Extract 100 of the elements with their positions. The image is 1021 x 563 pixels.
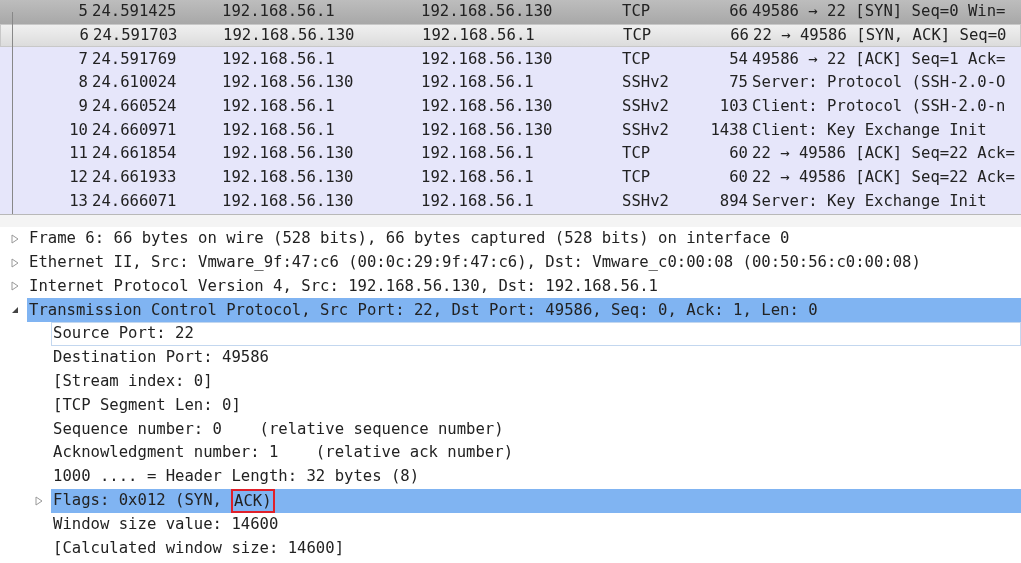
packet-time: 24.660971 bbox=[91, 119, 178, 141]
packet-length: 60 bbox=[728, 166, 748, 188]
tree-item-text: Destination Port: 49586 bbox=[53, 347, 269, 369]
packet-number: 12 bbox=[68, 166, 88, 188]
packet-length: 66 bbox=[729, 24, 749, 46]
packet-source: 192.168.56.1 bbox=[222, 48, 336, 70]
packet-number: 13 bbox=[68, 190, 88, 212]
packet-destination: 192.168.56.1 bbox=[421, 190, 535, 212]
collapsed-arrow-icon[interactable] bbox=[11, 257, 19, 268]
tree-item-text: Transmission Control Protocol, Src Port: 22, Dst Port: 49586, Seq: 0, Ack: 1, Len: 0 bbox=[29, 299, 818, 321]
packet-time: 24.591769 bbox=[91, 48, 178, 70]
packet-info: 49586 → 22 [SYN] Seq=0 Win= bbox=[751, 1, 1006, 23]
packet-info: 22 → 49586 [SYN, ACK] Seq=0 bbox=[752, 24, 1007, 46]
packet-destination: 192.168.56.1 bbox=[422, 24, 536, 46]
tree-row[interactable]: Destination Port: 49586 bbox=[51, 346, 1021, 370]
packet-length: 60 bbox=[728, 143, 748, 165]
tree-item-text: Window size value: 14600 bbox=[53, 513, 279, 535]
tree-row[interactable]: Flags: 0x012 (SYN, ACK) bbox=[51, 488, 1021, 513]
packet-number: 11 bbox=[68, 143, 88, 165]
tree-item-text: Ethernet II, Src: Vmware_9f:47:c6 (00:0c:29:9f:47:c6), Dst: Vmware_c0:00:08 (00:50:56:c0:00:08) bbox=[29, 252, 921, 273]
packet-destination: 192.168.56.130 bbox=[421, 119, 554, 141]
tree-row[interactable]: Acknowledgment number: 1 (relative ack number) bbox=[51, 441, 1021, 465]
tree-item-text: [Stream index: 0] bbox=[53, 371, 213, 392]
tree-item-text: Acknowledgment number: 1 (relative ack number) bbox=[53, 442, 514, 464]
packet-source: 192.168.56.130 bbox=[222, 190, 355, 212]
packet-protocol: SSHv2 bbox=[622, 72, 670, 94]
packet-number: 5 bbox=[77, 1, 88, 23]
packet-source: 192.168.56.130 bbox=[222, 143, 355, 165]
packet-protocol: SSHv2 bbox=[622, 190, 670, 212]
tree-row[interactable]: [Calculated window size: 14600] bbox=[51, 536, 1021, 561]
packet-protocol: SSHv2 bbox=[622, 119, 670, 141]
packet-protocol: TCP bbox=[622, 166, 652, 188]
packet-protocol: SSHv2 bbox=[622, 95, 670, 117]
packet-destination: 192.168.56.130 bbox=[421, 48, 554, 70]
packet-time: 24.610024 bbox=[91, 72, 178, 94]
tree-item-text: Flags: 0x012 (SYN, bbox=[53, 489, 222, 511]
packet-length: 66 bbox=[728, 1, 748, 23]
packet-length: 894 bbox=[718, 190, 748, 212]
packet-source: 192.168.56.1 bbox=[222, 95, 336, 117]
packet-time: 24.591425 bbox=[91, 1, 178, 23]
packet-info: 49586 → 22 [ACK] Seq=1 Ack= bbox=[751, 48, 1006, 70]
collapsed-arrow-icon[interactable] bbox=[35, 495, 43, 506]
packet-info: Client: Key Exchange Init bbox=[751, 119, 987, 141]
packet-destination: 192.168.56.130 bbox=[421, 95, 554, 117]
tree-row[interactable]: Source Port: 22 bbox=[51, 322, 1021, 346]
packet-length: 103 bbox=[718, 95, 748, 117]
tree-item-text: [TCP Segment Len: 0] bbox=[53, 394, 241, 416]
packet-info: Server: Protocol (SSH-2.0-O bbox=[751, 72, 1006, 94]
tree-item-text: Internet Protocol Version 4, Src: 192.168.56.130, Dst: 192.168.56.1 bbox=[29, 275, 658, 297]
tree-row[interactable]: [Stream index: 0] bbox=[51, 369, 1021, 394]
packet-time: 24.591703 bbox=[92, 24, 179, 46]
pane-splitter[interactable] bbox=[0, 214, 1021, 227]
packet-number: 6 bbox=[78, 24, 89, 46]
packet-protocol: TCP bbox=[622, 1, 652, 23]
packet-info: Client: Protocol (SSH-2.0-n bbox=[751, 95, 1006, 117]
packet-destination: 192.168.56.1 bbox=[421, 72, 535, 94]
packet-info: 22 → 49586 [ACK] Seq=22 Ack= bbox=[751, 143, 1015, 165]
collapsed-arrow-icon[interactable] bbox=[11, 281, 19, 292]
tree-row[interactable]: 1000 .... = Header Length: 32 bytes (8) bbox=[51, 464, 1021, 489]
packet-source: 192.168.56.1 bbox=[222, 1, 336, 23]
packet-destination: 192.168.56.130 bbox=[421, 1, 554, 23]
tree-row[interactable]: [TCP Segment Len: 0] bbox=[51, 393, 1021, 418]
packet-number: 8 bbox=[77, 72, 88, 94]
packet-source: 192.168.56.130 bbox=[223, 24, 356, 46]
packet-info: 22 → 49586 [ACK] Seq=22 Ack= bbox=[751, 166, 1015, 188]
packet-source: 192.168.56.130 bbox=[222, 72, 355, 94]
packet-info: Server: Key Exchange Init bbox=[751, 190, 987, 212]
highlighted-text: ACK) bbox=[231, 488, 275, 513]
packet-time: 24.660524 bbox=[91, 95, 178, 117]
tree-row[interactable]: Transmission Control Protocol, Src Port: 22, Dst Port: 49586, Seq: 0, Ack: 1, Len: 0 bbox=[27, 298, 1021, 323]
expanded-arrow-icon[interactable] bbox=[11, 306, 19, 315]
tree-item-text: Source Port: 22 bbox=[53, 323, 194, 345]
packet-source: 192.168.56.130 bbox=[222, 166, 355, 188]
collapsed-arrow-icon[interactable] bbox=[11, 233, 19, 244]
packet-time: 24.661933 bbox=[91, 166, 178, 188]
packet-source: 192.168.56.1 bbox=[222, 119, 336, 141]
tree-item-text: [Calculated window size: 14600] bbox=[53, 537, 345, 559]
packet-destination: 192.168.56.1 bbox=[421, 166, 535, 188]
tree-row[interactable]: Internet Protocol Version 4, Src: 192.168.56.130, Dst: 192.168.56.1 bbox=[27, 274, 1021, 299]
packet-row[interactable]: 6 24.591703 192.168.56.130 192.168.56.1 TCP 66 22 → 49586 [SYN, ACK] Seq=0 bbox=[0, 23, 1021, 48]
tree-row[interactable]: Window size value: 14600 bbox=[51, 512, 1021, 537]
tree-row[interactable]: Sequence number: 0 (relative sequence number) bbox=[51, 417, 1021, 442]
packet-protocol: TCP bbox=[623, 24, 653, 46]
tree-item-text: Sequence number: 0 (relative sequence number) bbox=[53, 418, 504, 440]
tree-item-text: Frame 6: 66 bytes on wire (528 bits), 66 bytes captured (528 bits) on interface 0 bbox=[29, 228, 790, 250]
packet-length: 1438 bbox=[709, 119, 748, 141]
packet-number: 10 bbox=[68, 119, 88, 141]
packet-destination: 192.168.56.1 bbox=[421, 143, 535, 165]
packet-row[interactable]: 5 24.591425 192.168.56.1 192.168.56.130 TCP 66 49586 → 22 [SYN] Seq=0 Win= bbox=[0, 0, 1021, 24]
tree-row[interactable]: Frame 6: 66 bytes on wire (528 bits), 66 bytes captured (528 bits) on interface 0 bbox=[27, 227, 1021, 251]
packet-number: 9 bbox=[77, 95, 88, 117]
packet-time: 24.661854 bbox=[91, 143, 178, 165]
packet-protocol: TCP bbox=[622, 48, 652, 70]
tree-item-text: 1000 .... = Header Length: 32 bytes (8) bbox=[53, 466, 420, 488]
packet-number: 7 bbox=[77, 48, 88, 70]
tree-row[interactable]: Ethernet II, Src: Vmware_9f:47:c6 (00:0c:29:9f:47:c6), Dst: Vmware_c0:00:08 (00:50:56:c0:00:08) bbox=[27, 250, 1021, 275]
packet-length: 54 bbox=[728, 48, 748, 70]
packet-length: 75 bbox=[728, 72, 748, 94]
packet-time: 24.666071 bbox=[91, 190, 178, 212]
packet-protocol: TCP bbox=[622, 143, 652, 165]
